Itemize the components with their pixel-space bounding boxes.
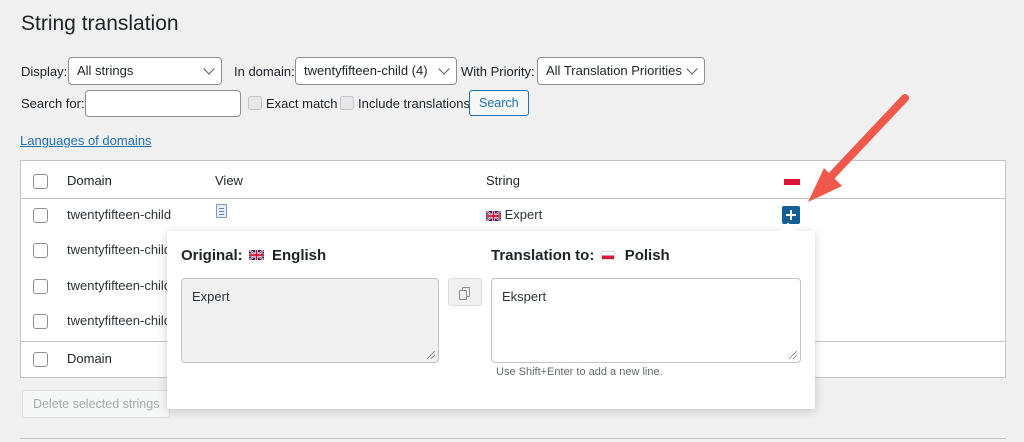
search-button[interactable]: Search xyxy=(469,90,529,116)
domain-select-value: twentyfifteen-child (4) xyxy=(304,63,428,78)
translation-textarea[interactable]: Ekspert xyxy=(491,278,801,363)
row-domain: twentyfifteen-child xyxy=(67,242,172,257)
arrow-annotation-icon xyxy=(808,94,909,202)
row-domain: twentyfifteen-child xyxy=(67,278,172,293)
column-header-string[interactable]: String xyxy=(486,173,520,188)
original-text: Expert xyxy=(192,289,230,304)
row-string: Expert xyxy=(486,207,542,222)
uk-flag-icon xyxy=(248,250,264,261)
priority-select-value: All Translation Priorities xyxy=(546,63,682,78)
row-string-text: Expert xyxy=(504,207,543,222)
column-header-domain[interactable]: Domain xyxy=(67,173,112,188)
translation-popup: Original: English Translation to: Polish… xyxy=(167,222,815,409)
row-domain: twentyfifteen-child xyxy=(67,313,172,328)
row-domain: twentyfifteen-child xyxy=(67,207,172,222)
display-select-value: All strings xyxy=(77,63,134,78)
copy-original-button[interactable] xyxy=(448,278,482,306)
priority-select[interactable]: All Translation Priorities xyxy=(537,57,705,85)
search-label: Search for: xyxy=(21,96,85,111)
translation-lang: Polish xyxy=(624,247,670,264)
document-icon[interactable] xyxy=(216,204,227,218)
row-checkbox[interactable] xyxy=(33,279,48,294)
chevron-down-icon xyxy=(203,63,215,75)
hint-text: Use Shift+Enter to add a new line. xyxy=(496,366,663,378)
original-textarea: Expert xyxy=(181,278,439,363)
row-checkbox[interactable] xyxy=(33,208,48,223)
select-all-footer-checkbox[interactable] xyxy=(33,352,48,367)
uk-flag-icon xyxy=(486,210,501,221)
exact-match-checkbox[interactable] xyxy=(248,96,262,110)
include-translations-checkbox[interactable] xyxy=(340,96,354,110)
display-select[interactable]: All strings xyxy=(68,57,222,85)
lower-panel-edge xyxy=(20,438,1006,442)
display-label: Display: xyxy=(21,64,68,79)
include-translations-label: Include translations xyxy=(358,96,471,111)
original-lang: English xyxy=(272,247,327,264)
column-header-view: View xyxy=(215,173,243,188)
exact-match-label: Exact match xyxy=(266,96,338,111)
row-checkbox[interactable] xyxy=(33,314,48,329)
original-heading: Original: English xyxy=(181,247,326,264)
column-footer-domain[interactable]: Domain xyxy=(67,351,112,366)
translation-heading: Translation to: Polish xyxy=(491,247,670,264)
resize-grip-icon[interactable] xyxy=(789,351,797,359)
select-all-checkbox[interactable] xyxy=(33,174,48,189)
search-input[interactable] xyxy=(85,90,241,117)
delete-selected-button[interactable]: Delete selected strings xyxy=(22,390,171,418)
languages-of-domains-link[interactable]: Languages of domains xyxy=(20,133,152,148)
original-label: Original: xyxy=(181,247,243,264)
row-checkbox[interactable] xyxy=(33,243,48,258)
translation-text: Ekspert xyxy=(502,289,547,304)
domain-select[interactable]: twentyfifteen-child (4) xyxy=(295,57,457,85)
chevron-down-icon xyxy=(438,63,450,75)
pl-flag-icon xyxy=(600,250,615,260)
priority-label: With Priority: xyxy=(461,64,535,79)
domain-label: In domain: xyxy=(234,64,295,79)
chevron-down-icon xyxy=(686,63,698,75)
translation-label: Translation to: xyxy=(491,247,595,264)
resize-grip-icon[interactable] xyxy=(427,351,435,359)
page-title: String translation xyxy=(21,12,179,35)
